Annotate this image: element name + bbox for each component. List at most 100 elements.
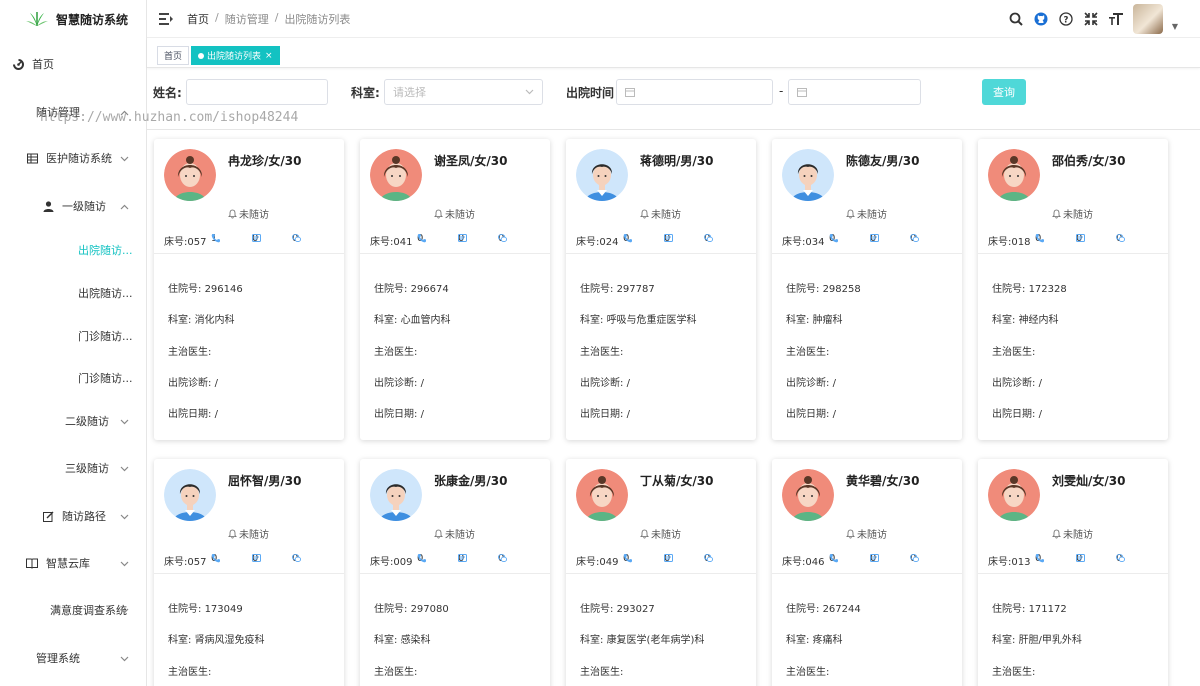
phone-count[interactable]: 0 xyxy=(1035,553,1044,564)
patient-card[interactable]: 冉龙珍/女/30 未随访床号:057 1 0 0 住院号: 296146 科室: 消化内科主… xyxy=(154,139,344,440)
patient-name: 蒋德明/男/30 xyxy=(640,154,714,168)
discharge-diagnosis: 出院诊断: / xyxy=(168,374,218,389)
message-count[interactable]: 0 xyxy=(458,233,467,244)
phone-count[interactable]: 0 xyxy=(417,553,426,564)
search-form: 姓名: 科室: 请选择 出院时间 - 查询 xyxy=(147,68,1200,130)
tag-home[interactable]: 首页 xyxy=(157,46,190,65)
patient-card[interactable]: 陈德友/男/30 未随访床号:034 0 0 0 住院号: 298258 科室: 肿瘤科主治… xyxy=(772,139,962,440)
admission-no: 住院号: 297080 xyxy=(374,600,449,615)
sidebar-item[interactable]: 三级随访 xyxy=(0,458,146,478)
message-count[interactable]: 0 xyxy=(870,553,879,564)
user-avatar[interactable] xyxy=(1132,4,1163,34)
phone-count[interactable]: 0 xyxy=(623,233,632,244)
sidebar-item[interactable]: 满意度调查系统 xyxy=(0,600,146,620)
message-count[interactable]: 0 xyxy=(664,233,673,244)
patient-card[interactable]: 邵伯秀/女/30 未随访床号:018 0 0 0 住院号: 172328 科室: 神经内科主… xyxy=(978,139,1168,440)
svg-text:?: ? xyxy=(1063,15,1068,25)
patient-card[interactable]: 张康金/男/30 未随访床号:009 0 0 0 住院号: 297080 科室: 感染科主治… xyxy=(360,459,550,686)
wechat-count[interactable]: 0 xyxy=(910,553,919,564)
message-count[interactable]: 0 xyxy=(1076,553,1085,564)
start-date-input[interactable] xyxy=(616,79,773,105)
patient-name: 刘雯灿/女/30 xyxy=(1052,474,1126,488)
sidebar-item[interactable]: 管理系统 xyxy=(0,648,146,668)
card-divider xyxy=(978,253,1168,254)
breadcrumb-current: 出院随访列表 xyxy=(284,12,351,26)
phone-count[interactable]: 0 xyxy=(623,553,632,564)
tag-close-icon[interactable]: × xyxy=(265,51,273,61)
wechat-count[interactable]: 0 xyxy=(292,233,301,244)
wechat-count[interactable]: 0 xyxy=(292,553,301,564)
caret-down-icon[interactable]: ▼ xyxy=(1172,22,1178,31)
fullscreen-icon[interactable] xyxy=(1083,11,1099,27)
patient-card[interactable]: 谢圣凤/女/30 未随访床号:041 0 0 0 住院号: 296674 科室: 心血管内科… xyxy=(360,139,550,440)
phone-count[interactable]: 0 xyxy=(211,553,220,564)
app-title: 智慧随访系统 xyxy=(56,12,129,27)
sidebar-item[interactable]: 门诊随访... xyxy=(0,326,146,346)
patient-card[interactable]: 蒋德明/男/30 未随访床号:024 0 0 0 住院号: 297787 科室: 呼吸与危重… xyxy=(566,139,756,440)
wechat-count[interactable]: 0 xyxy=(1116,233,1125,244)
admission-no: 住院号: 267244 xyxy=(786,600,861,615)
admission-no-value: 296146 xyxy=(204,284,243,295)
wechat-count[interactable]: 0 xyxy=(498,233,507,244)
patient-card[interactable]: 刘雯灿/女/30 未随访床号:013 0 0 0 住院号: 171172 科室: 肝胆/甲乳… xyxy=(978,459,1168,686)
message-count[interactable]: 0 xyxy=(870,233,879,244)
message-count[interactable]: 0 xyxy=(252,553,261,564)
bed-number: 床号:057 xyxy=(164,557,207,568)
department: 科室: 康复医学(老年病学)科 xyxy=(580,631,704,646)
admission-no-label: 住院号: xyxy=(992,604,1026,615)
menu-toggle-icon[interactable] xyxy=(159,12,173,26)
card-divider xyxy=(360,253,550,254)
sidebar-item[interactable]: 出院随访... xyxy=(0,240,146,260)
github-icon[interactable] xyxy=(1033,11,1049,27)
phone-count[interactable]: 0 xyxy=(829,233,838,244)
help-icon[interactable]: ? xyxy=(1058,11,1074,27)
message-count[interactable]: 0 xyxy=(664,553,673,564)
phone-count[interactable]: 0 xyxy=(1035,233,1044,244)
phone-count[interactable]: 0 xyxy=(417,233,426,244)
dashboard-icon xyxy=(12,58,24,70)
dept-select[interactable]: 请选择 xyxy=(384,79,543,105)
wechat-count[interactable]: 0 xyxy=(910,233,919,244)
sidebar-item[interactable]: 智慧云库 xyxy=(0,553,146,573)
wechat-count[interactable]: 0 xyxy=(704,233,713,244)
discharge-date-label: 出院时间 xyxy=(566,86,615,100)
patient-card[interactable]: 丁从菊/女/30 未随访床号:049 0 0 0 住院号: 293027 科室: 康复医学(… xyxy=(566,459,756,686)
attending-doctor-label: 主治医生: xyxy=(786,667,830,678)
message-count[interactable]: 0 xyxy=(252,233,261,244)
name-input[interactable] xyxy=(186,79,328,105)
query-button[interactable]: 查询 xyxy=(982,79,1026,105)
font-size-icon[interactable] xyxy=(1108,11,1124,27)
phone-count[interactable]: 1 xyxy=(211,233,220,244)
phone-count[interactable]: 0 xyxy=(829,553,838,564)
sidebar-item[interactable]: 首页 xyxy=(0,54,146,74)
attending-doctor: 主治医生: xyxy=(374,663,417,678)
sidebar-item[interactable]: 随访路径 xyxy=(0,506,146,526)
sidebar-item-label: 满意度调查系统 xyxy=(50,604,127,617)
department: 科室: 神经内科 xyxy=(992,311,1059,326)
wechat-count[interactable]: 0 xyxy=(704,553,713,564)
message-count[interactable]: 0 xyxy=(1076,233,1085,244)
attending-doctor-label: 主治医生: xyxy=(374,347,418,358)
patient-card[interactable]: 黄华碧/女/30 未随访床号:046 0 0 0 住院号: 267244 科室: 疼痛科主治… xyxy=(772,459,962,686)
tag-current[interactable]: 出院随访列表 × xyxy=(191,46,280,65)
sidebar-item[interactable]: 二级随访 xyxy=(0,411,146,431)
sidebar-item[interactable]: 医护随访系统 xyxy=(0,148,146,168)
followup-status: 未随访 xyxy=(228,526,269,541)
sidebar-item[interactable]: 出院随访... xyxy=(0,283,146,303)
patient-card[interactable]: 屈怀智/男/30 未随访床号:057 0 0 0 住院号: 173049 科室: 肾病风湿免… xyxy=(154,459,344,686)
sidebar-item[interactable]: 一级随访 xyxy=(0,196,146,216)
breadcrumb-home[interactable]: 首页 xyxy=(187,11,209,27)
sidebar-item-label: 首页 xyxy=(32,58,54,71)
wechat-count[interactable]: 0 xyxy=(498,553,507,564)
wechat-count[interactable]: 0 xyxy=(1116,553,1125,564)
message-count[interactable]: 0 xyxy=(458,553,467,564)
department-value: 肿瘤科 xyxy=(812,315,843,326)
search-icon[interactable] xyxy=(1008,11,1024,27)
discharge-diagnosis-value: / xyxy=(832,378,836,389)
attending-doctor: 主治医生: xyxy=(168,663,211,678)
bed-number: 床号:034 xyxy=(782,237,825,248)
department: 科室: 肝胆/甲乳外科 xyxy=(992,631,1082,646)
end-date-input[interactable] xyxy=(788,79,921,105)
wechat-icon xyxy=(292,233,304,243)
sidebar-item[interactable]: 门诊随访... xyxy=(0,368,146,388)
